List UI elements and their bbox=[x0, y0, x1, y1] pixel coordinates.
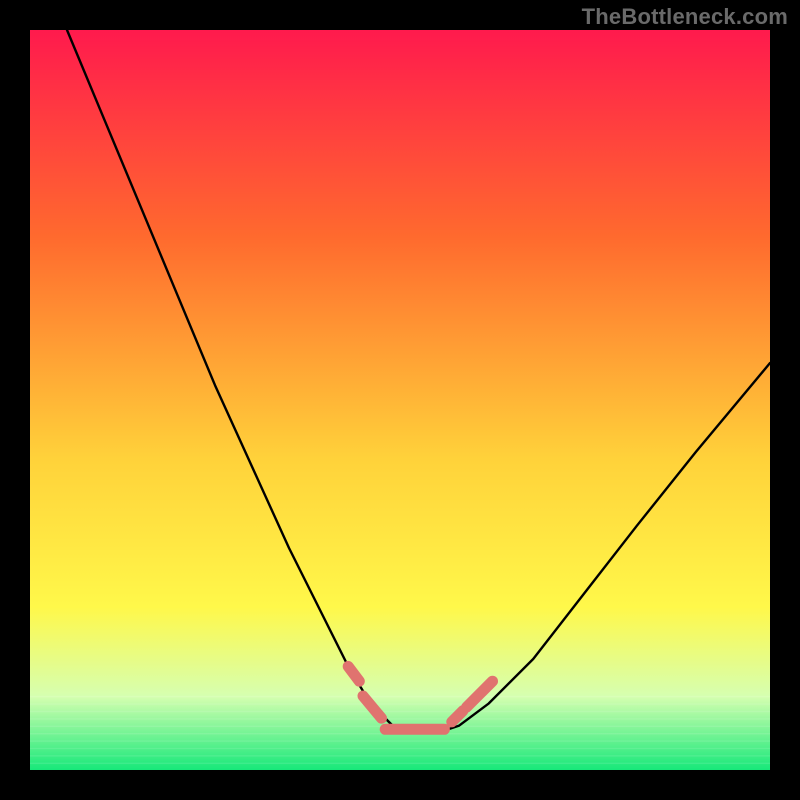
chart-frame: TheBottleneck.com bbox=[0, 0, 800, 800]
band-line bbox=[30, 696, 770, 697]
band-line bbox=[30, 763, 770, 764]
plot-background bbox=[30, 30, 770, 770]
band-line bbox=[30, 711, 770, 712]
band-line bbox=[30, 703, 770, 704]
band-line bbox=[30, 755, 770, 756]
band-line bbox=[30, 740, 770, 741]
bottleneck-chart bbox=[0, 0, 800, 800]
band-line bbox=[30, 718, 770, 719]
valley-highlight bbox=[452, 711, 463, 722]
band-line bbox=[30, 748, 770, 749]
watermark-text: TheBottleneck.com bbox=[582, 4, 788, 30]
